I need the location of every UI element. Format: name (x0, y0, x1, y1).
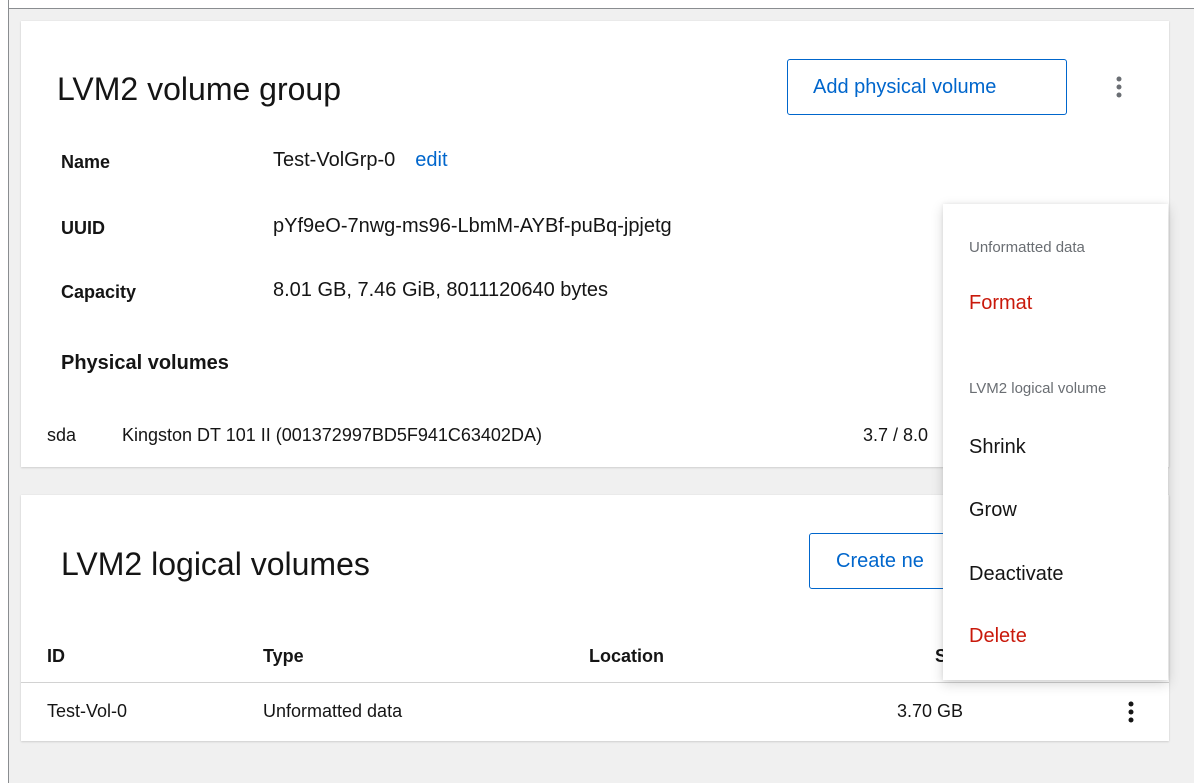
menu-item-deactivate[interactable]: Deactivate (969, 563, 1064, 586)
window-left-edge (0, 0, 9, 783)
lv-id: Test-Vol-0 (47, 701, 128, 721)
physical-volumes-heading: Physical volumes (61, 352, 229, 374)
lv-size: 3.70 GB (897, 701, 964, 721)
menu-item-shrink[interactable]: Shrink (969, 436, 1026, 459)
name-value: Test-VolGrp-0 (273, 149, 396, 171)
menu-item-format[interactable]: Format (969, 292, 1032, 315)
add-physical-volume-button[interactable]: Add physical volume (787, 59, 1067, 115)
menu-item-grow[interactable]: Grow (969, 499, 1017, 522)
pv-device: sda (47, 425, 77, 445)
uuid-value: pYf9eO-7nwg-ms96-LbmM-AYBf-puBq-jpjetg (273, 215, 672, 237)
window-top-edge (0, 0, 1194, 9)
table-row[interactable]: Test-Vol-0 Unformatted data 3.70 GB (21, 683, 1169, 741)
volume-group-title: LVM2 volume group (57, 71, 341, 107)
column-header-id: ID (47, 646, 65, 666)
pv-usage: 3.7 / 8.0 (863, 425, 929, 445)
logical-volume-kebab-button[interactable] (1119, 695, 1143, 729)
lv-type: Unformatted data (263, 701, 403, 721)
logical-volumes-title: LVM2 logical volumes (61, 546, 370, 582)
logical-volume-actions-menu: Unformatted data Format LVM2 logical vol… (943, 204, 1168, 680)
uuid-label: UUID (61, 218, 105, 238)
name-label: Name (61, 152, 111, 172)
pv-description: Kingston DT 101 II (001372997BD5F941C634… (122, 425, 542, 445)
column-header-type: Type (263, 646, 304, 666)
menu-group-unformatted-data: Unformatted data (969, 239, 1085, 256)
menu-group-lvm2-logical-volume: LVM2 logical volume (969, 380, 1107, 397)
name-value-row: Test-VolGrp-0 edit (273, 149, 448, 172)
edit-name-link[interactable]: edit (415, 149, 447, 171)
menu-item-delete[interactable]: Delete (969, 625, 1027, 648)
capacity-value: 8.01 GB, 7.46 GiB, 8011120640 bytes (273, 279, 609, 301)
kebab-icon (1128, 701, 1134, 723)
volume-group-kebab-button[interactable] (1107, 70, 1131, 104)
kebab-icon (1116, 76, 1122, 98)
column-header-location: Location (589, 646, 664, 666)
capacity-label: Capacity (61, 282, 137, 302)
